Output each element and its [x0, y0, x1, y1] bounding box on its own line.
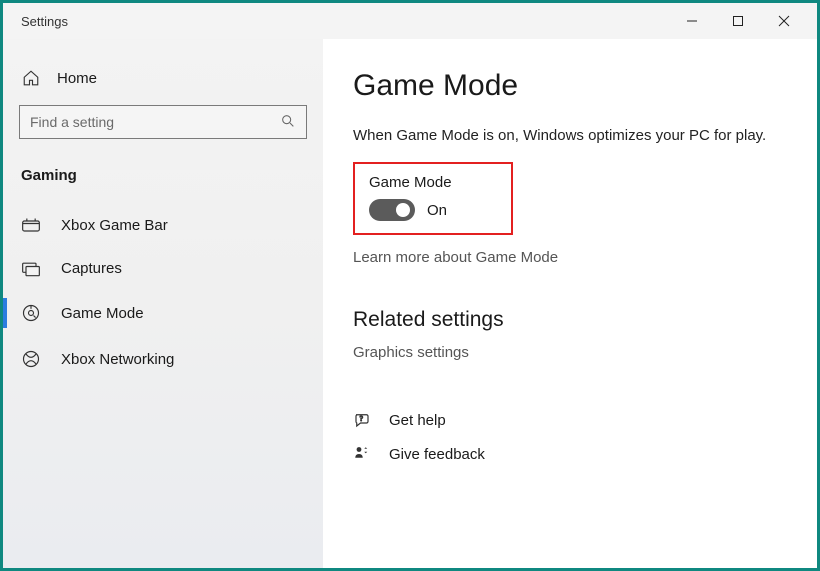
sidebar-item-label: Captures — [61, 260, 122, 277]
toggle-knob — [396, 203, 410, 217]
sidebar-item-label: Xbox Networking — [61, 351, 174, 368]
content-pane: Game Mode When Game Mode is on, Windows … — [323, 39, 817, 568]
page-description: When Game Mode is on, Windows optimizes … — [353, 127, 787, 144]
maximize-icon — [732, 15, 744, 27]
titlebar: Settings — [3, 3, 817, 39]
give-feedback-link[interactable]: Give feedback — [353, 445, 787, 463]
help-item-label: Give feedback — [389, 446, 485, 463]
sidebar-item-game-mode[interactable]: Game Mode — [13, 290, 313, 336]
home-icon — [21, 69, 41, 87]
captures-icon — [21, 261, 41, 277]
sidebar: Home Gaming Xbox Game Bar — [3, 39, 323, 568]
sidebar-item-xbox-game-bar[interactable]: Xbox Game Bar — [13, 204, 313, 247]
search-box[interactable] — [19, 105, 307, 139]
help-list: ? Get help Give feedback — [353, 411, 787, 463]
toggle-row: On — [369, 199, 497, 221]
maximize-button[interactable] — [715, 6, 761, 36]
close-button[interactable] — [761, 6, 807, 36]
minimize-icon — [686, 15, 698, 27]
learn-more-link[interactable]: Learn more about Game Mode — [353, 249, 558, 266]
close-icon — [778, 15, 790, 27]
help-icon: ? — [353, 411, 371, 429]
category-heading: Gaming — [13, 161, 313, 204]
help-item-label: Get help — [389, 412, 446, 429]
search-input[interactable] — [30, 114, 280, 130]
game-mode-toggle-group: Game Mode On — [353, 162, 513, 235]
game-mode-toggle[interactable] — [369, 199, 415, 221]
home-nav[interactable]: Home — [13, 59, 313, 105]
sidebar-item-label: Game Mode — [61, 305, 144, 322]
body: Home Gaming Xbox Game Bar — [3, 39, 817, 568]
sidebar-item-captures[interactable]: Captures — [13, 247, 313, 290]
page-title: Game Mode — [353, 69, 787, 103]
window-controls — [669, 6, 807, 36]
xbox-networking-icon — [21, 349, 41, 369]
home-label: Home — [57, 70, 97, 87]
sidebar-item-xbox-networking[interactable]: Xbox Networking — [13, 336, 313, 382]
minimize-button[interactable] — [669, 6, 715, 36]
nav-list: Xbox Game Bar Captures Game Mode — [13, 204, 313, 382]
get-help-link[interactable]: ? Get help — [353, 411, 787, 429]
game-bar-icon — [21, 218, 41, 234]
search-icon — [280, 113, 296, 132]
toggle-state: On — [427, 202, 447, 219]
related-settings-heading: Related settings — [353, 308, 787, 332]
sidebar-item-label: Xbox Game Bar — [61, 217, 168, 234]
game-mode-icon — [21, 303, 41, 323]
window-title: Settings — [21, 14, 68, 29]
settings-window: Settings Home — [0, 0, 820, 571]
graphics-settings-link[interactable]: Graphics settings — [353, 344, 469, 361]
feedback-icon — [353, 445, 371, 463]
toggle-label: Game Mode — [369, 174, 497, 191]
